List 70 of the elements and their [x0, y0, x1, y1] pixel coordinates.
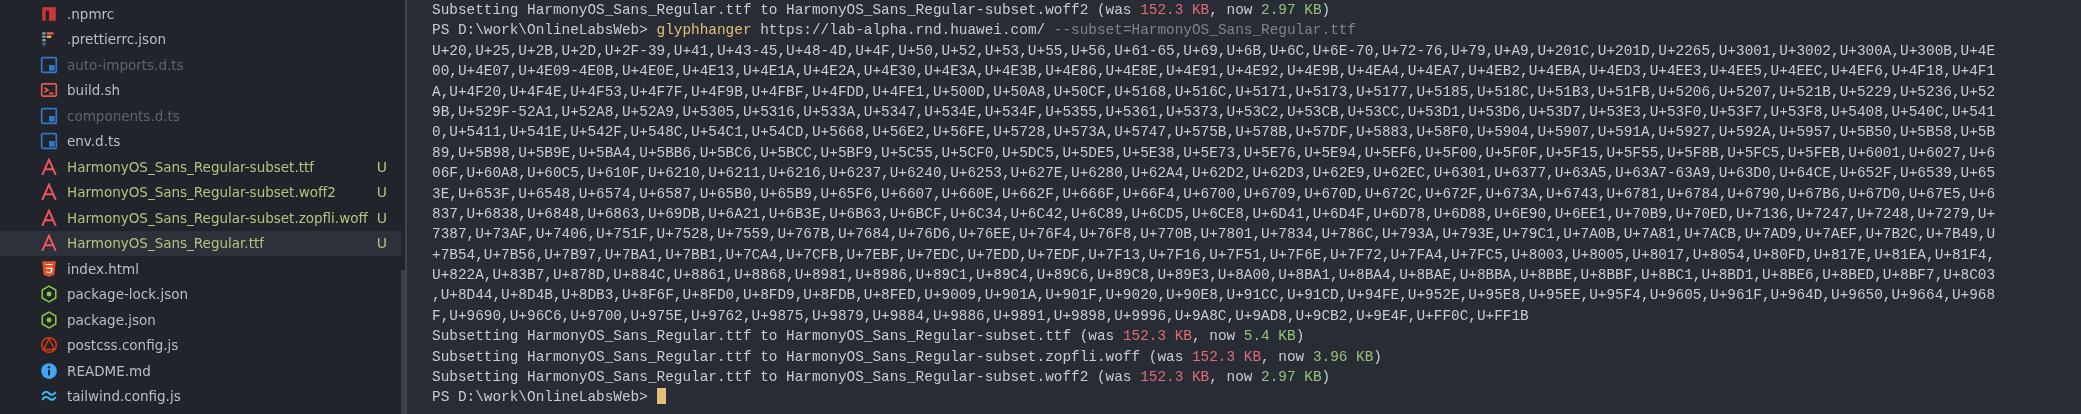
file-item[interactable]: build.sh — [0, 77, 401, 103]
terminal-text: 152.3 KB — [1140, 2, 1210, 18]
terminal-text: , now — [1191, 328, 1237, 345]
git-status: U — [376, 209, 387, 226]
file-item[interactable]: index.html — [0, 256, 401, 282]
terminal-text: ) — [1295, 328, 1305, 345]
file-item[interactable]: package-lock.json — [0, 281, 401, 307]
info-icon — [40, 361, 58, 380]
square-icon — [40, 106, 58, 125]
square-icon — [40, 132, 58, 151]
file-item[interactable]: HarmonyOS_Sans_Regular-subset.ttf U — [0, 154, 401, 180]
terminal-line: 3E,U+653F,U+6548,U+6574,U+6587,U+65B0,U+65B9,U+65F6,U+6607,U+660E,U+662F,U+666F,U+66F4,U+6700,U+6709,U+670D,U+672C,U+672F,U+673A,U+6743,U+6781,U+6784,U+6790,U+67B6,U+67D0,U+67E5,U+6 — [432, 184, 1997, 204]
terminal-line: 89,U+5B98,U+5B9E,U+5BA4,U+5BB6,U+5BC6,U+5BCC,U+5BF9,U+5C55,U+5CF0,U+5DC5,U+5DE5,U+5E38,U+5E73,U+5E76,U+5E94,U+5EF6,U+5F00,U+5F0F,U+5F15,U+5F55,U+5F8B,U+5FC5,U+5FEB,U+6001,U+6027,U+6 — [432, 143, 1997, 163]
terminal-line: 7387,U+73AF,U+7406,U+751F,U+7528,U+7559,U+767B,U+7684,U+76D6,U+76EE,U+76F4,U+76F8,U+770B,U+7801,U+7834,U+786C,U+793A,U+793E,U+79C1,U+7A0B,U+7A81,U+7ACB,U+7AD9,U+7AEF,U+7B2C,U+7B49,U — [432, 225, 1997, 245]
file-item[interactable]: package.json — [0, 307, 401, 333]
git-status: U — [376, 184, 387, 201]
terminal-text: Subsetting HarmonyOS_Sans_Regular.ttf to HarmonyOS_Sans_Regular-subset.ttf (was — [432, 328, 1116, 345]
file-item[interactable]: .npmrc — [0, 1, 401, 27]
terminal-text: , now — [1209, 2, 1254, 18]
terminal-text: ) — [1321, 369, 1331, 386]
file-item[interactable]: HarmonyOS_Sans_Regular.ttf U — [0, 230, 401, 256]
terminal-text: glyphhanger — [656, 22, 752, 39]
font-icon — [40, 234, 58, 253]
terminal-text: Subsetting HarmonyOS_Sans_Regular.ttf to HarmonyOS_Sans_Regular-subset.woff2 (was — [432, 2, 1133, 18]
font-icon — [40, 183, 58, 202]
terminal-line: 837,U+6838,U+6848,U+6863,U+69DB,U+6A21,U+6B3E,U+6B63,U+6BCF,U+6C34,U+6C42,U+6C89,U+6CD5,U+6CE8,U+6D41,U+6D4F,U+6D78,U+6D88,U+6E90,U+6EE1,U+70B9,U+70ED,U+7136,U+7247,U+7248,U+7279,U+ — [432, 204, 1997, 224]
git-status: U — [376, 158, 387, 175]
terminal-text: 152.3 KB — [1140, 369, 1210, 386]
hexagon-icon — [40, 285, 58, 304]
file-item[interactable]: HarmonyOS_Sans_Regular-subset.woff2 U — [0, 179, 401, 205]
git-status: U — [376, 235, 387, 252]
terminal-text: 2.97 KB — [1261, 2, 1322, 18]
font-icon — [40, 208, 58, 227]
terminal-line: +7B54,U+7B56,U+7B97,U+7BA1,U+7BB1,U+7CA4,U+7CFB,U+7EBF,U+7EDC,U+7EDD,U+7EDF,U+7F13,U+7F16,U+7F51,U+7F6E,U+7F72,U+7FA4,U+7FC5,U+8003,U+8005,U+8017,U+8054,U+80FD,U+817E,U+81EA,U+81F4, — [432, 245, 1997, 265]
terminal-line: 06F,U+60A8,U+60C5,U+610F,U+6210,U+6211,U+6216,U+6237,U+6240,U+6253,U+627E,U+6280,U+62A4,U+62D2,U+62D3,U+62E9,U+62EC,U+6301,U+6377,U+63A5,U+63A7-63A9,U+63D0,U+64CE,U+652F,U+6539,U+65 — [432, 164, 1997, 184]
terminal-line: ,U+8D44,U+8D4B,U+8DB3,U+8F6F,U+8FD0,U+8FD9,U+8FDB,U+8FED,U+9009,U+901A,U+901F,U+9020,U+90E8,U+91CC,U+91CD,U+94FE,U+952E,U+95E8,U+95EE,U+95F4,U+9605,U+961F,U+964D,U+9650,U+9664,U+968 — [432, 286, 1997, 306]
file-item[interactable]: HarmonyOS_Sans_Regular-subset.zopfli.woff U — [0, 205, 401, 231]
terminal-line: A,U+4F20,U+4F4E,U+4F53,U+4F7F,U+4F9B,U+4FBF,U+4FDD,U+4FE1,U+500D,U+50A8,U+50CF,U+5168,U+516C,U+5171,U+5173,U+5177,U+5185,U+518C,U+51B3,U+51FB,U+5206,U+5207,U+521B,U+5229,U+5236,U+52 — [432, 82, 1997, 102]
terminal-text: https://lab-alpha.rnd.huawei.com/ — [759, 22, 1047, 39]
file-item[interactable]: tailwind.config.js — [0, 383, 401, 409]
terminal-line: PS D:\work\OnlineLabsWeb> — [432, 387, 2081, 408]
terminal-text: ) — [1321, 2, 1331, 18]
font-icon — [40, 157, 58, 176]
shield-icon — [40, 259, 58, 278]
square-icon — [40, 4, 58, 23]
terminal-text: , now — [1209, 369, 1254, 386]
terminal-text: 3.96 KB — [1312, 348, 1374, 365]
terminal-text: 5.4 KB — [1243, 328, 1296, 345]
file-item[interactable]: .prettierrc.json — [0, 26, 401, 52]
terminal-icon — [40, 81, 58, 100]
terminal-text: PS D:\work\OnlineLabsWeb> — [432, 22, 649, 39]
terminal-line: 00,U+4E07,U+4E09-4E0B,U+4E0E,U+4E13,U+4E1A,U+4E2A,U+4E30,U+4E3A,U+4E3B,U+4E86,U+4E8E,U+4E91,U+4E92,U+4E9B,U+4EA4,U+4EA7,U+4EB2,U+4EBA,U+4ED3,U+4EE3,U+4EE5,U+4EEC,U+4EF6,U+4F18,U+4F1 — [432, 62, 1997, 82]
terminal-text: --subset=HarmonyOS_Sans_Regular.ttf — [1053, 22, 1357, 39]
terminal-text: ) — [1373, 348, 1382, 365]
terminal-line: U+822A,U+83B7,U+878D,U+884C,U+8861,U+8868,U+8981,U+8986,U+89C1,U+89C4,U+89C6,U+89C8,U+89E3,U+8A00,U+8BA1,U+8BA4,U+8BAE,U+8BBA,U+8BBE,U+8BBF,U+8BC1,U+8BD1,U+8BE6,U+8BED,U+8BF7,U+8C03 — [432, 266, 1997, 286]
terminal-line: U+20,U+25,U+2B,U+2D,U+2F-39,U+41,U+43-45,U+48-4D,U+4F,U+50,U+52,U+53,U+55,U+56,U+61-65,U+69,U+6B,U+6C,U+6E-70,U+72-76,U+79,U+A9,U+201C,U+201D,U+2265,U+3001,U+3002,U+300A,U+300B,U+4E — [432, 41, 1997, 61]
terminal-text: Subsetting HarmonyOS_Sans_Regular.ttf to HarmonyOS_Sans_Regular-subset.zopfli.woff (was — [432, 348, 1185, 365]
terminal-text: Subsetting HarmonyOS_Sans_Regular.ttf to HarmonyOS_Sans_Regular-subset.woff2 (was — [432, 369, 1133, 386]
hexagon-icon — [40, 310, 58, 329]
terminal-text: 2.97 KB — [1261, 369, 1322, 386]
square-icon — [40, 55, 58, 74]
terminal-text: 152.3 KB — [1122, 328, 1192, 345]
terminal-line: 9B,U+529F-52A1,U+52A8,U+52A9,U+5305,U+5316,U+533A,U+5347,U+534E,U+534F,U+5355,U+5361,U+5373,U+53C2,U+53CB,U+53CC,U+53D1,U+53D6,U+53D7,U+53E3,U+53F0,U+53F7,U+53F8,U+5408,U+540C,U+541 — [432, 102, 1997, 122]
file-item[interactable]: postcss.config.js — [0, 332, 401, 358]
file-item[interactable]: README.md — [0, 358, 401, 384]
terminal-text: 152.3 KB — [1191, 348, 1262, 365]
file-item[interactable]: env.d.ts — [0, 128, 401, 154]
terminal-line: 0,U+5411,U+541E,U+542F,U+548C,U+54C1,U+54CD,U+5668,U+56E2,U+56FE,U+5728,U+573A,U+5747,U+575B,U+578B,U+57DF,U+5883,U+58F0,U+5904,U+5907,U+591A,U+5927,U+592A,U+5957,U+5B50,U+5B58,U+5B — [432, 123, 1997, 143]
terminal-text: , now — [1261, 348, 1306, 365]
terminal-line: F,U+9690,U+96C6,U+9700,U+975E,U+9762,U+9875,U+9879,U+9884,U+9886,U+9891,U+9898,U+9996,U+9A8C,U+9AD8,U+9CB2,U+9E4F,U+FF0C,U+FF1B — [432, 306, 1530, 326]
